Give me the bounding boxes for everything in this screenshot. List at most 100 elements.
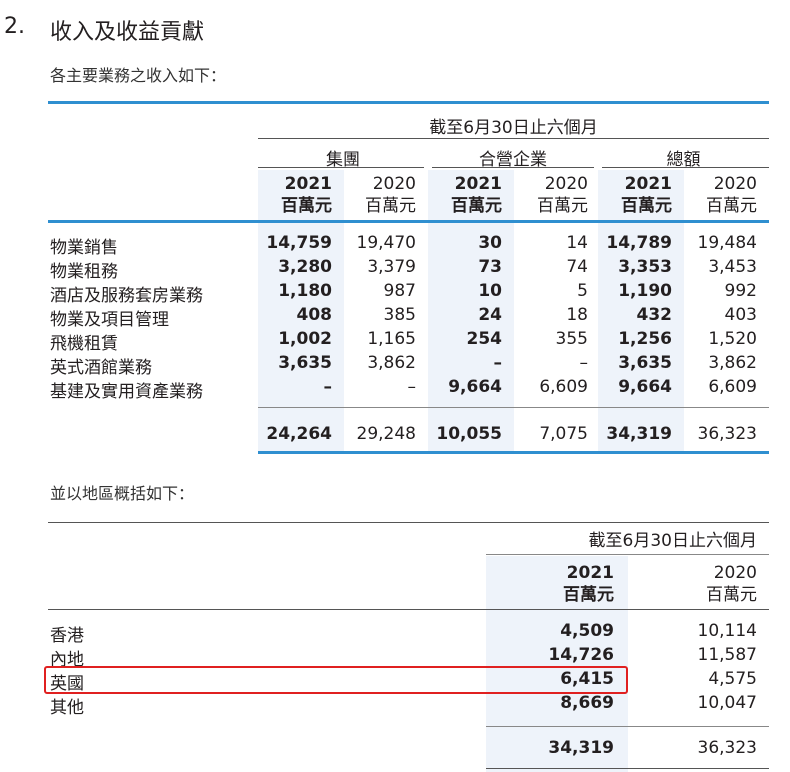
table1-unit-total-2021: 百萬元 [621, 196, 672, 216]
table1-cell: 1,520 [708, 329, 757, 349]
table1-subtotal-rule [258, 407, 769, 408]
table1-row-label: 英式酒館業務 [50, 358, 152, 378]
table1-row-label: 酒店及服務套房業務 [50, 286, 203, 306]
table1-jv-rule [432, 167, 594, 168]
table1-cell: 19,484 [697, 233, 757, 253]
table1-year-total-2021: 2021 [624, 174, 672, 194]
table1-cell: 24 [478, 305, 502, 325]
table1-total-cell: 10,055 [436, 424, 502, 444]
table2-unit-2021: 百萬元 [563, 585, 614, 605]
table1-cell: 385 [383, 305, 416, 325]
table1-unit-jv-2020: 百萬元 [537, 196, 588, 216]
table1-cell: 992 [724, 281, 757, 301]
table2-unit-2020: 百萬元 [706, 585, 757, 605]
table1-year-jv-2020: 2020 [544, 174, 588, 194]
table2-cell: 14,726 [548, 645, 614, 665]
table1-cell: 355 [555, 329, 588, 349]
table1-unit-total-2020: 百萬元 [706, 196, 757, 216]
table1-total-cell: 7,075 [539, 424, 588, 444]
table2-bottom-rule [486, 768, 769, 769]
table1-row-label: 飛機租賃 [50, 334, 118, 354]
table1-cell: – [493, 353, 503, 373]
table1-unit-jv-2021: 百萬元 [451, 196, 502, 216]
table2-row-label: 其他 [50, 698, 84, 718]
table1-cell: 3,453 [708, 257, 757, 277]
table1-cell: 14,759 [266, 233, 332, 253]
table1-cell: 987 [383, 281, 416, 301]
intro-text: 各主要業務之收入如下： [50, 66, 227, 85]
table1-total-cell: 36,323 [697, 424, 757, 444]
table1-cell: 403 [724, 305, 757, 325]
table1-cell: 14,789 [606, 233, 672, 253]
table2-year-2021: 2021 [566, 563, 614, 583]
table1-total-rule [602, 167, 769, 168]
table1-total-cell: 29,248 [356, 424, 416, 444]
table1-top-rule [48, 101, 769, 104]
table1-row-label: 物業及項目管理 [50, 310, 169, 330]
table2-year-2020: 2020 [713, 563, 757, 583]
table1-period: 截至6月30日止六個月 [429, 118, 598, 138]
table1-cell: 9,664 [618, 377, 672, 397]
table1-row-label: 基建及實用資產業務 [50, 382, 203, 402]
table2-cell: 4,509 [560, 621, 614, 641]
table1-cell: 432 [636, 305, 673, 325]
table1-cell: 3,379 [367, 257, 416, 277]
table2-cell: 10,114 [697, 621, 757, 641]
table2-header-rule [48, 609, 769, 610]
table1-cell: 408 [296, 305, 333, 325]
table1-row-label: 物業租務 [50, 262, 118, 282]
section-number: 2. [4, 14, 25, 39]
table1-cell: 74 [566, 257, 588, 277]
table1-cell: 5 [577, 281, 588, 301]
table1-cell: 19,470 [356, 233, 416, 253]
table1-cell: 3,635 [618, 353, 672, 373]
table1-cell: 1,190 [618, 281, 672, 301]
table1-cell: – [407, 377, 417, 397]
table1-cell: 3,862 [708, 353, 757, 373]
table1-cell: 30 [478, 233, 502, 253]
table1-cell: 3,353 [618, 257, 672, 277]
table1-cell: – [579, 353, 589, 373]
table1-cell: 254 [466, 329, 503, 349]
table1-bottom-rule [258, 451, 769, 454]
intro2-text: 並以地區概括如下： [50, 484, 195, 503]
table1-year-group-2020: 2020 [372, 174, 416, 194]
section-title: 收入及收益貢獻 [50, 20, 205, 45]
table1-cell: 1,180 [278, 281, 332, 301]
table1-cell: 1,165 [367, 329, 416, 349]
table1-cell: 9,664 [448, 377, 502, 397]
table1-unit-group-2021: 百萬元 [281, 196, 332, 216]
table1-row-label: 物業銷售 [50, 238, 118, 258]
table2-period-rule [486, 554, 769, 555]
table2-cell: 10,047 [697, 693, 757, 713]
table2-total-cell: 36,323 [697, 738, 757, 758]
table1-cell: 6,609 [539, 377, 588, 397]
table2-cell: 11,587 [697, 645, 757, 665]
table2-row-label: 香港 [50, 626, 84, 646]
table1-total-cell: 34,319 [606, 424, 672, 444]
table1-cell: 3,280 [278, 257, 332, 277]
table1-cell: 1,002 [278, 329, 332, 349]
table1-cell: – [323, 377, 333, 397]
table2-top-rule [48, 522, 769, 523]
table1-cell: 14 [566, 233, 588, 253]
table1-year-total-2020: 2020 [713, 174, 757, 194]
table2-cell: 4,575 [708, 669, 757, 689]
table1-header-rule [48, 220, 769, 223]
table1-cell: 3,635 [278, 353, 332, 373]
table1-cell: 18 [566, 305, 588, 325]
table2-subtotal-rule [486, 726, 769, 727]
highlight-box-uk-row [44, 666, 628, 694]
table2-cell: 8,669 [560, 693, 614, 713]
table1-cell: 1,256 [618, 329, 672, 349]
table1-unit-group-2020: 百萬元 [365, 196, 416, 216]
table1-year-group-2021: 2021 [284, 174, 332, 194]
table2-period: 截至6月30日止六個月 [588, 531, 757, 551]
table1-cell: 3,862 [367, 353, 416, 373]
table1-total-cell: 24,264 [266, 424, 332, 444]
table2-total-cell: 34,319 [548, 738, 614, 758]
table1-cell: 73 [478, 257, 502, 277]
table1-year-jv-2021: 2021 [454, 174, 502, 194]
table1-period-rule [258, 138, 769, 139]
table1-group-rule [258, 167, 424, 168]
